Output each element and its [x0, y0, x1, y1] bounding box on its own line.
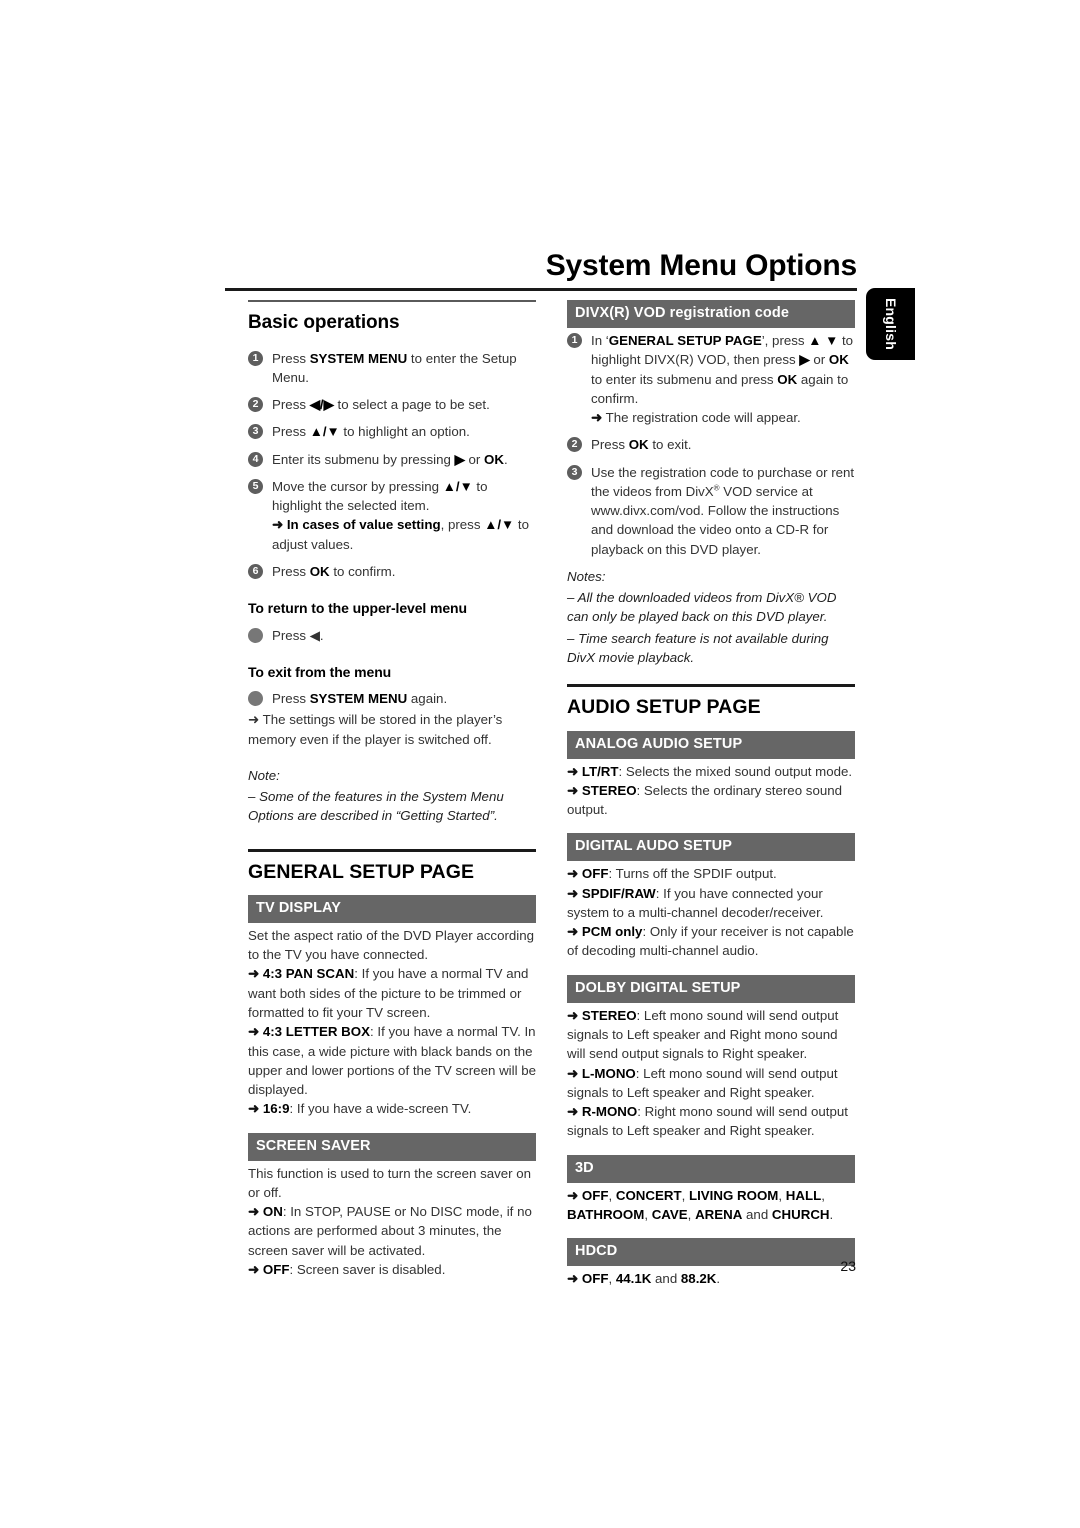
- note-label: Note:: [248, 767, 280, 783]
- general-setup-sections: TV DISPLAY Set the aspect ratio of the DV…: [248, 894, 537, 1279]
- title-divider: [225, 288, 857, 291]
- general-setup-section-bar: TV DISPLAY: [248, 894, 536, 923]
- basic-operation-step-text: Move the cursor by pressing ▲/▼ to highl…: [272, 478, 529, 552]
- audio-setup-section-body: ➜ OFF: Turns off the SPDIF output. ➜ SPDI…: [567, 866, 854, 959]
- exit-menu-heading: To exit from the menu: [248, 663, 392, 680]
- language-tab-label: English: [882, 298, 899, 350]
- audio-setup-section-bar: ANALOG AUDIO SETUP: [567, 730, 855, 759]
- page-title: System Menu Options: [545, 249, 857, 282]
- step-number-badge: 3: [567, 464, 582, 480]
- basic-operation-step-text: Press ▲/▼ to highlight an option.: [272, 424, 470, 440]
- step-number-badge: 4: [248, 451, 263, 467]
- step-number-badge: 1: [248, 350, 263, 366]
- divx-note-line: – All the downloaded videos from DivX® V…: [567, 590, 837, 625]
- audio-setup-heading: AUDIO SETUP PAGE: [567, 696, 761, 719]
- general-setup-section-body: Set the aspect ratio of the DVD Player a…: [248, 927, 537, 1117]
- step-number-badge: 3: [248, 424, 263, 440]
- audio-setup-section-bar: 3D: [567, 1154, 855, 1183]
- return-upper-level-heading: To return to the upper-level menu: [248, 600, 467, 617]
- bullet-dot-icon: [248, 627, 263, 643]
- step-number-badge: 2: [567, 437, 582, 453]
- basic-operation-step-item: 6 Press OK to confirm.: [248, 562, 536, 581]
- basic-operation-step-item: 4 Enter its submenu by pressing ▶ or OK.: [248, 450, 536, 469]
- audio-setup-section-body: ➜ STEREO: Left mono sound will send outp…: [567, 1007, 848, 1139]
- basic-operation-step-text: Press ◀/▶ to select a page to be set.: [272, 397, 490, 413]
- general-setup-divider: [248, 848, 536, 852]
- divx-note-line: – Time search feature is not available d…: [567, 630, 829, 665]
- general-setup-section-bar: SCREEN SAVER: [248, 1132, 536, 1161]
- divx-step-text: Use the registration code to purchase or…: [591, 464, 855, 557]
- return-upper-level-item: Press ◀.: [248, 626, 536, 645]
- note-text: – Some of the features in the System Men…: [248, 789, 504, 824]
- divx-vod-notes: – All the downloaded videos from DivX® V…: [567, 588, 855, 667]
- basic-operation-step-text: Enter its submenu by pressing ▶ or OK.: [272, 451, 508, 467]
- exit-menu-text: Press SYSTEM MENU again.: [272, 691, 448, 707]
- divx-step-text: In ‘GENERAL SETUP PAGE’, press ▲ ▼ to hi…: [591, 333, 854, 426]
- audio-setup-section-bar: DOLBY DIGITAL SETUP: [567, 974, 855, 1003]
- exit-menu-arrow-note: ➜ The settings will be stored in the pla…: [248, 712, 503, 747]
- basic-operation-step-item: 1 Press SYSTEM MENU to enter the Setup Me…: [248, 349, 536, 388]
- step-number-badge: 5: [248, 478, 263, 494]
- basic-operation-step-item: 2 Press ◀/▶ to select a page to be set.: [248, 395, 536, 414]
- basic-operations-steps: 1 Press SYSTEM MENU to enter the Setup Me…: [248, 349, 536, 582]
- divx-step-text: Press OK to exit.: [591, 437, 692, 453]
- divx-notes-label: Notes:: [567, 568, 606, 584]
- exit-menu-item: Press SYSTEM MENU again.: [248, 689, 536, 708]
- basic-operation-step-text: Press OK to confirm.: [272, 563, 396, 579]
- basic-operation-step-item: 3 Press ▲/▼ to highlight an option.: [248, 422, 536, 441]
- step-number-badge: 6: [248, 563, 263, 579]
- general-setup-heading: GENERAL SETUP PAGE: [248, 860, 475, 883]
- basic-operation-step-text: Press SYSTEM MENU to enter the Setup Men…: [272, 350, 517, 385]
- basic-operation-step-item: 5 Move the cursor by pressing ▲/▼ to high…: [248, 477, 536, 554]
- left-column: Basic operations 1 Press SYSTEM MENU to e…: [248, 300, 536, 1285]
- divx-step-item: 2 Press OK to exit.: [567, 435, 855, 454]
- audio-setup-sections: ANALOG AUDIO SETUP ➜ LT/RT: Selects the m…: [567, 730, 855, 1289]
- step-number-badge: 2: [248, 397, 263, 413]
- language-tab: English: [866, 288, 915, 360]
- page-number: 23: [840, 1258, 856, 1274]
- divx-vod-steps: 1 In ‘GENERAL SETUP PAGE’, press ▲ ▼ to h…: [567, 331, 855, 559]
- basic-operations-divider: [248, 300, 536, 302]
- audio-setup-section-body: ➜ OFF, CONCERT, LIVING ROOM, HALL, BATHR…: [567, 1187, 834, 1222]
- basic-operations-heading: Basic operations: [248, 312, 400, 333]
- audio-setup-section-body: ➜ LT/RT: Selects the mixed sound output …: [567, 763, 853, 818]
- return-upper-level-text: Press ◀.: [272, 627, 324, 643]
- manual-page: System Menu Options English Basic operat…: [0, 0, 1080, 1528]
- divx-step-item: 1 In ‘GENERAL SETUP PAGE’, press ▲ ▼ to h…: [567, 331, 855, 427]
- divx-vod-bar: DIVX(R) VOD registration code: [567, 300, 855, 329]
- right-column: DIVX(R) VOD registration code 1 In ‘GENER…: [567, 300, 855, 1294]
- step-number-badge: 1: [567, 333, 582, 349]
- bullet-dot-icon: [248, 691, 263, 707]
- audio-setup-divider: [567, 684, 855, 688]
- divx-step-item: 3 Use the registration code to purchase o…: [567, 463, 855, 559]
- audio-setup-section-bar: DIGITAL AUDO SETUP: [567, 833, 855, 862]
